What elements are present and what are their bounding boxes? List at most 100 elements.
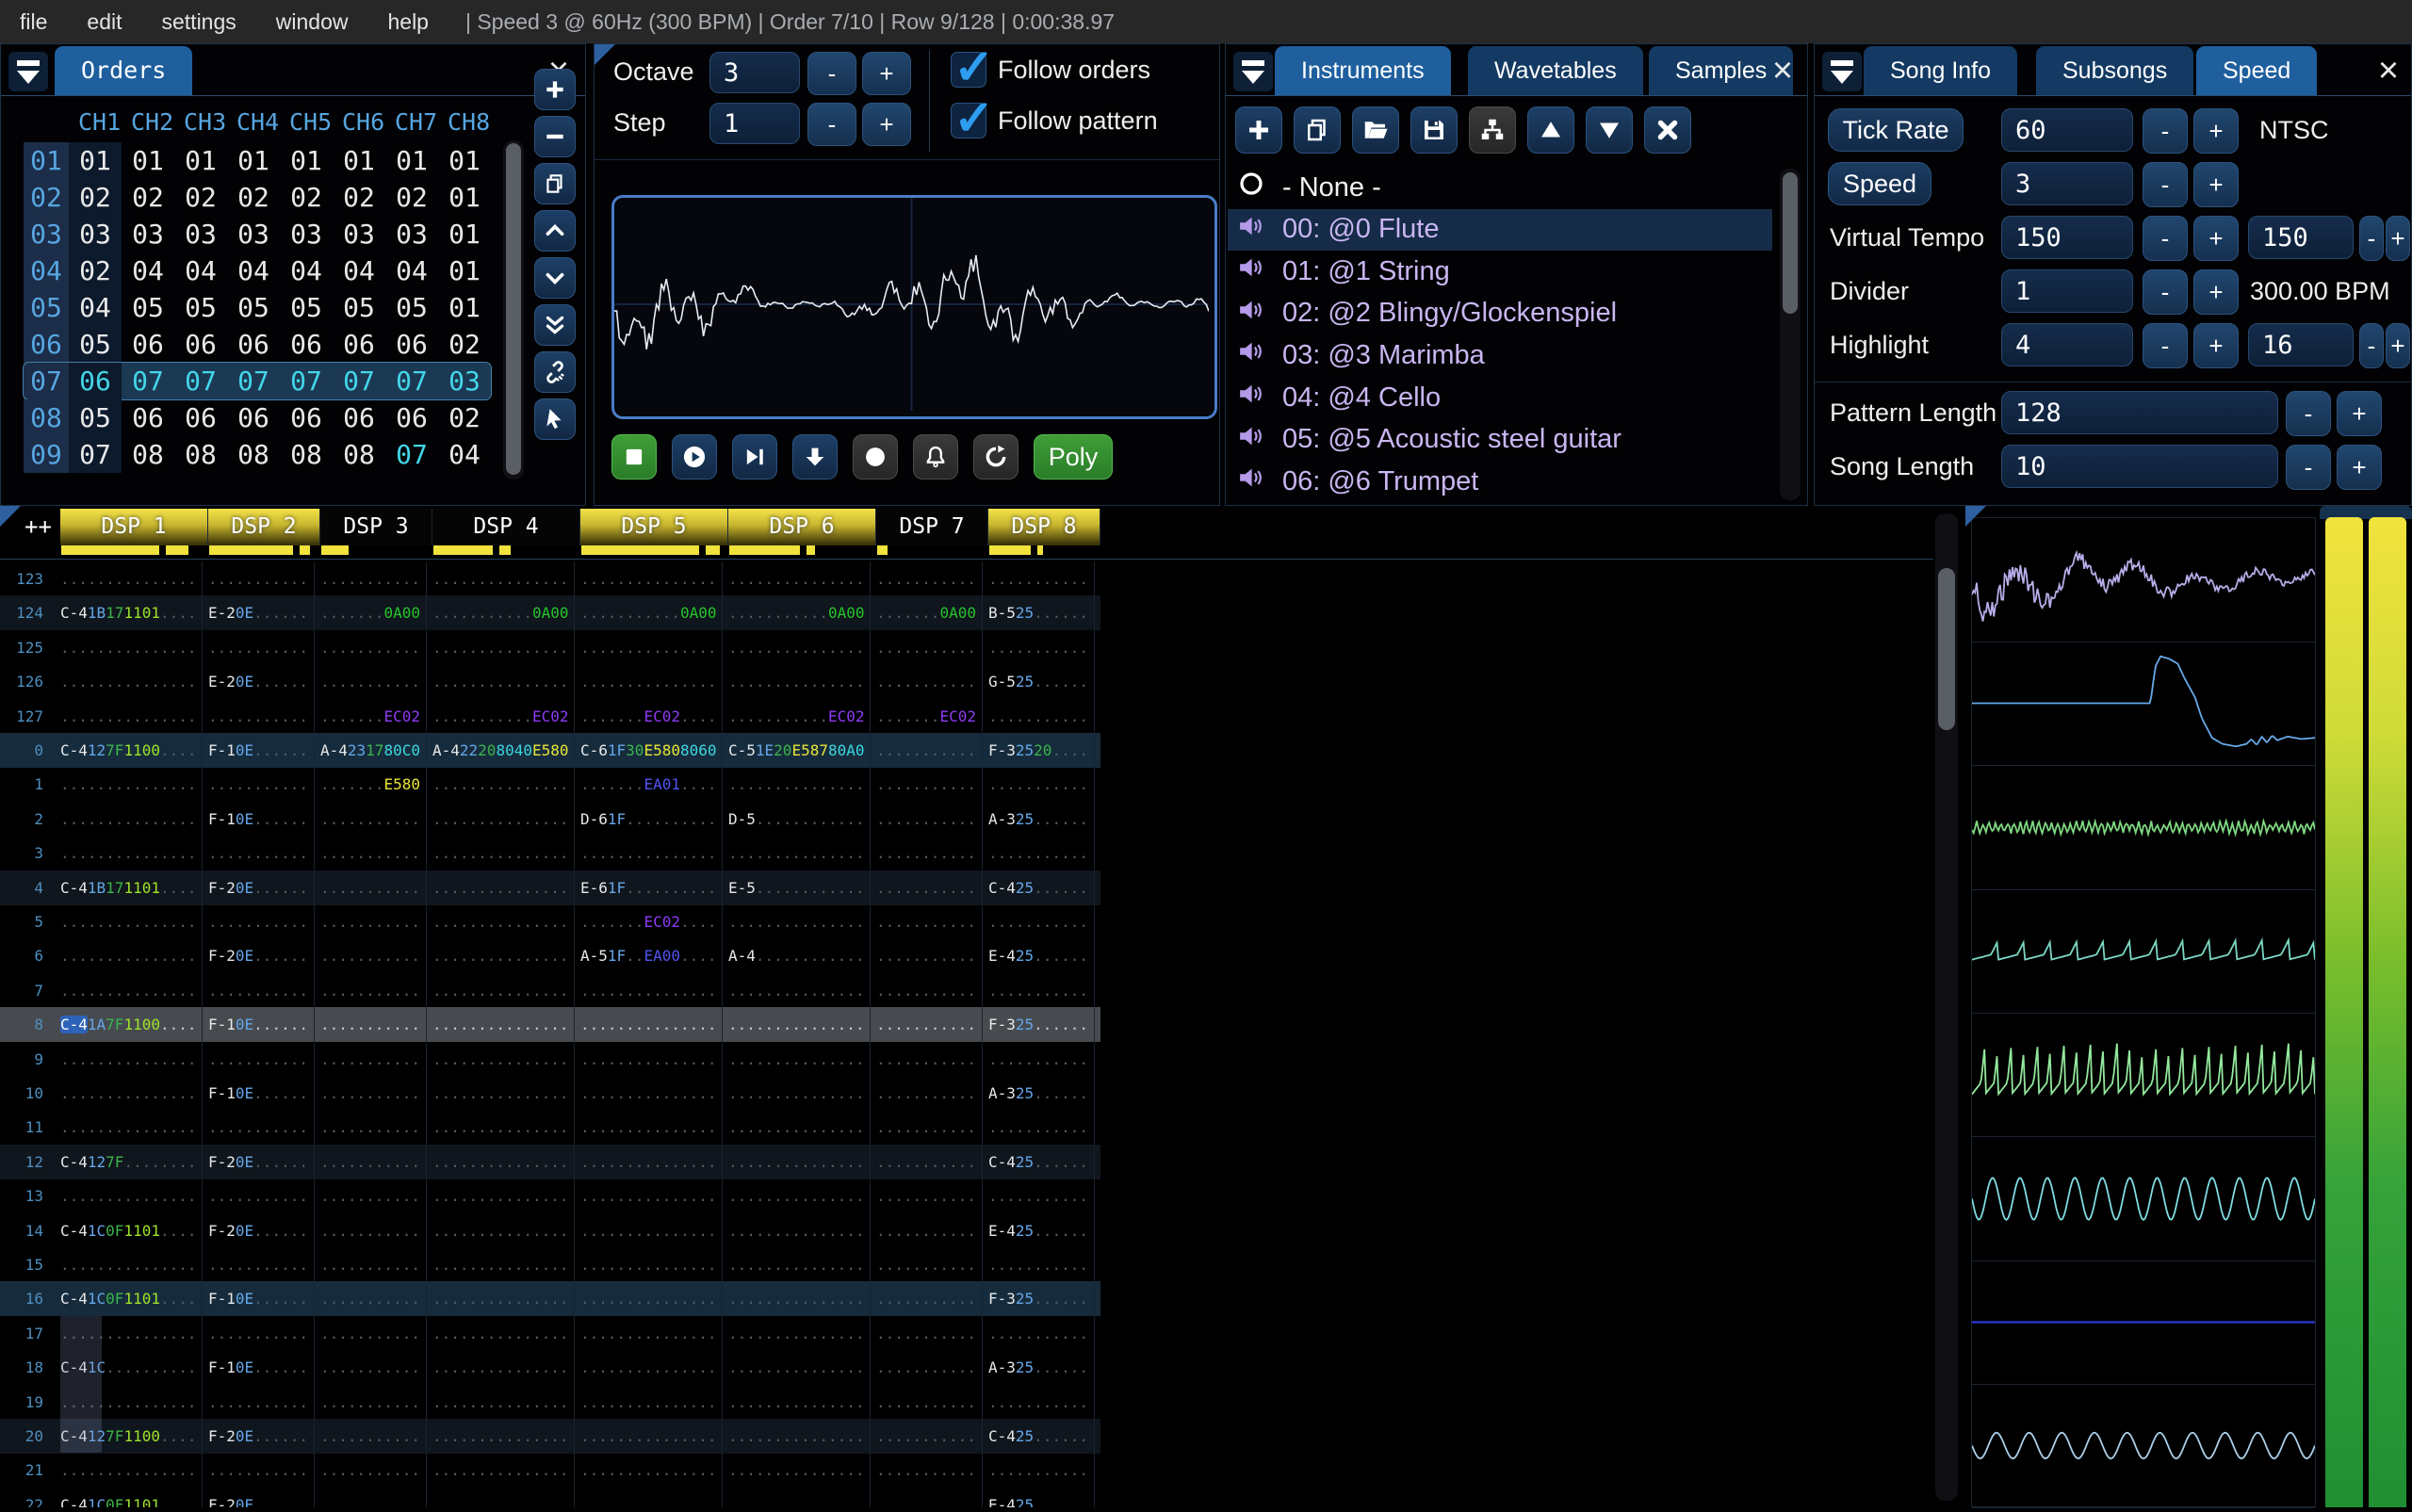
order-cell[interactable]: 07	[333, 363, 385, 399]
order-edit-mode-button[interactable]	[534, 398, 576, 440]
pattern-cell[interactable]: ...........0A00	[723, 595, 871, 631]
order-cell[interactable]: 04	[438, 436, 491, 473]
pattern-cell[interactable]: ...............	[723, 1041, 871, 1077]
order-cell[interactable]: 04	[174, 252, 227, 289]
order-cell[interactable]: 06	[174, 326, 227, 363]
instrument-item[interactable]: 03: @3 Marimba	[1228, 334, 1772, 376]
pattern-cell[interactable]: E-20E......	[203, 595, 315, 631]
tab-song-info[interactable]: Song Info	[1864, 46, 2018, 95]
channel-header-5[interactable]: DSP 5	[580, 509, 728, 545]
order-cell[interactable]: 02	[174, 179, 227, 216]
tick-rate-button[interactable]: Tick Rate	[1828, 108, 1964, 152]
order-cell[interactable]: 06	[122, 399, 174, 436]
order-cell[interactable]: 05	[174, 289, 227, 326]
order-cell[interactable]: 01	[174, 142, 227, 179]
tab-instruments[interactable]: Instruments	[1275, 46, 1451, 95]
instrument-item[interactable]: 00: @0 Flute	[1228, 208, 1772, 251]
pattern-cell[interactable]: ...............	[575, 1007, 723, 1043]
menu-item-file[interactable]: file	[0, 0, 67, 43]
pattern-cell[interactable]: A-4231780C0	[315, 733, 427, 768]
highlight-value[interactable]: 4	[2001, 323, 2133, 366]
pattern-cell[interactable]: ...........	[315, 1350, 427, 1386]
pattern-cell[interactable]: ...............	[55, 698, 203, 734]
pattern-cell[interactable]: ...........	[871, 664, 983, 700]
pattern-cell[interactable]: C-61F30E5808060	[575, 733, 723, 768]
pattern-cell[interactable]: .......0A00	[315, 595, 427, 631]
pattern-cell[interactable]: ...............	[575, 1041, 723, 1077]
pattern-cell[interactable]: .......EC02....	[575, 698, 723, 734]
pattern-cell[interactable]: ...........	[315, 870, 427, 905]
pattern-cell[interactable]: ...............	[55, 629, 203, 665]
octave-plus-button[interactable]: +	[862, 52, 911, 95]
speed-plus-button[interactable]: +	[2193, 162, 2239, 207]
pattern-row-10[interactable]: 10............... F-10E..................…	[0, 1076, 1100, 1111]
menu-item-window[interactable]: window	[256, 0, 368, 43]
pattern-cell[interactable]: ...............	[427, 1419, 575, 1454]
pattern-cell[interactable]: ...........	[315, 1041, 427, 1077]
channel-header-3[interactable]: DSP 3	[320, 509, 432, 545]
pattern-cell[interactable]: B-525......	[983, 595, 1095, 631]
pattern-cell[interactable]: ...........	[983, 629, 1095, 665]
order-cell[interactable]: 06	[69, 363, 122, 399]
channel-header-8[interactable]: DSP 8	[988, 509, 1100, 545]
pattern-cell[interactable]: ...............	[723, 1144, 871, 1179]
pattern-cell[interactable]: ...........	[315, 1453, 427, 1488]
orders-scrollbar[interactable]	[503, 140, 524, 480]
order-cell[interactable]: 01	[122, 142, 174, 179]
pattern-cell[interactable]: ...........	[315, 1419, 427, 1454]
channel-header-7[interactable]: DSP 7	[876, 509, 988, 545]
pattern-cell[interactable]: ...............	[427, 1350, 575, 1386]
pattern-cell[interactable]: ...........	[871, 1212, 983, 1248]
song-length-minus-button[interactable]: -	[2286, 445, 2331, 490]
pattern-cell[interactable]: ...........	[983, 1041, 1095, 1077]
poly-button[interactable]: Poly	[1034, 434, 1113, 480]
pattern-cell[interactable]: ...............	[723, 664, 871, 700]
window-menu-icon[interactable]	[1822, 52, 1862, 91]
highlight-minus-button[interactable]: -	[2143, 323, 2188, 368]
duplicate-order-button[interactable]	[534, 163, 576, 204]
pattern-cell[interactable]: ...............	[723, 1453, 871, 1488]
order-cell[interactable]: 01	[438, 252, 491, 289]
pattern-cell[interactable]: C-41B171101....	[55, 595, 203, 631]
pattern-cell[interactable]: ...........	[983, 1247, 1095, 1282]
pattern-cell[interactable]: ...............	[723, 1487, 871, 1507]
pattern-row-126[interactable]: 126............... E-20E.................…	[0, 664, 1100, 700]
pattern-cell[interactable]: ...............	[575, 972, 723, 1008]
pattern-cell[interactable]: ...........	[983, 972, 1095, 1008]
pattern-cell[interactable]: ...............	[55, 904, 203, 939]
pattern-cell[interactable]: ...........	[983, 1453, 1095, 1488]
pattern-cell[interactable]: ...............	[55, 1453, 203, 1488]
pattern-cell[interactable]: .......E580	[315, 767, 427, 803]
close-icon[interactable]: ×	[2371, 53, 2405, 89]
speed-button[interactable]: Speed	[1828, 162, 1931, 205]
pattern-cell[interactable]: F-10E......	[203, 1350, 315, 1386]
pattern-cell[interactable]: ...........EC02	[723, 698, 871, 734]
pattern-cell[interactable]: F-325......	[983, 1281, 1095, 1317]
tab-orders[interactable]: Orders	[55, 46, 193, 95]
tick-rate-plus-button[interactable]: +	[2193, 108, 2239, 154]
order-row-01[interactable]: 01 01 01 01 01 01 01 01 01	[24, 142, 491, 179]
follow-pattern-checkbox[interactable]: ✓	[951, 91, 995, 146]
pattern-cell[interactable]: ...............	[723, 1076, 871, 1111]
pattern-cell[interactable]: ...........	[315, 629, 427, 665]
pattern-cell[interactable]: ...............	[575, 1144, 723, 1179]
virtual-tempo2-value[interactable]: 150	[2248, 216, 2354, 259]
pattern-cell[interactable]: ...........EC02	[427, 698, 575, 734]
song-length-plus-button[interactable]: +	[2337, 445, 2382, 490]
order-cell[interactable]: 03	[69, 216, 122, 252]
pattern-cell[interactable]: ...........	[315, 836, 427, 871]
order-row-09[interactable]: 09 07 08 08 08 08 08 07 04	[24, 436, 491, 473]
instrument-item-none[interactable]: - None -	[1228, 167, 1772, 208]
instrument-item[interactable]: 04: @4 Cello	[1228, 377, 1772, 418]
divider-minus-button[interactable]: -	[2143, 269, 2188, 315]
duplicate-order-to-end-button[interactable]	[534, 304, 576, 346]
pattern-cell[interactable]: ...............	[427, 1179, 575, 1214]
pattern-cell[interactable]: ...........	[203, 767, 315, 803]
pattern-cell[interactable]: ...............	[723, 972, 871, 1008]
pattern-cell[interactable]: ...........	[203, 1247, 315, 1282]
virtual-tempo2-minus-button[interactable]: -	[2359, 216, 2384, 261]
pattern-cell[interactable]: ...........0A00	[575, 595, 723, 631]
pattern-cell[interactable]: ...........	[203, 1453, 315, 1488]
pattern-cell[interactable]: ...............	[723, 1350, 871, 1386]
virtual-tempo-minus-button[interactable]: -	[2143, 216, 2188, 261]
